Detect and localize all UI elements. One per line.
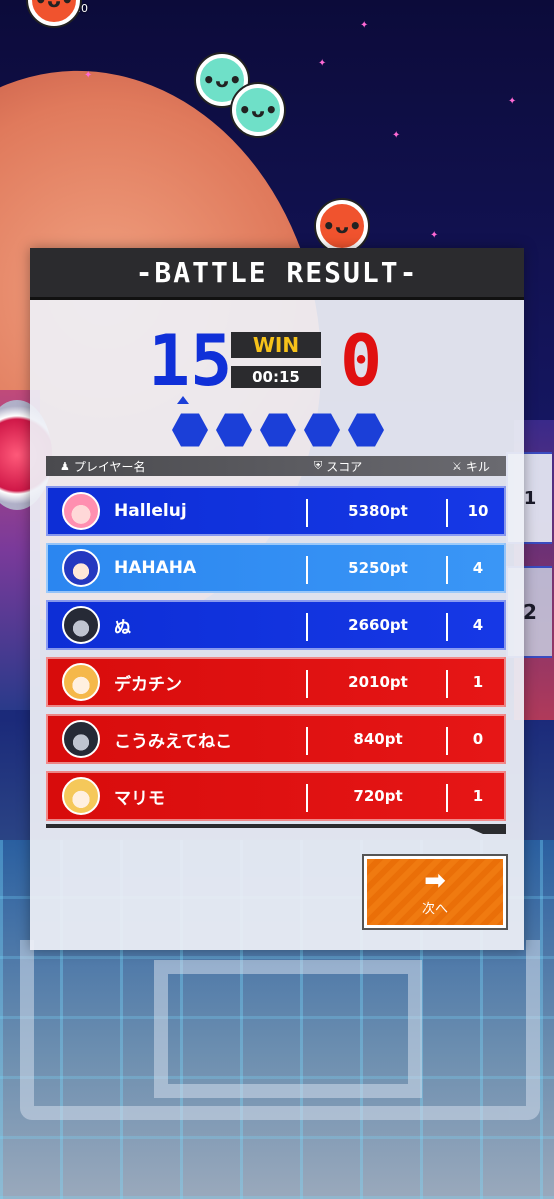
player-name: デカチン — [114, 674, 182, 695]
player-score: 2660pt — [348, 616, 408, 634]
avatar — [62, 777, 100, 815]
result-badge: WIN — [231, 332, 321, 358]
player-row[interactable]: マリモ 720pt 1 — [46, 771, 506, 821]
table-header: ♟ プレイヤー名 ⛨ スコア ⚔ キル — [46, 456, 506, 476]
round-pip — [260, 413, 296, 447]
table-footer — [46, 824, 506, 834]
star-decoration: ✦ — [508, 96, 517, 107]
battle-result-panel: -BATTLE RESULT- 15 WIN 00:15 0 ♟ プレイヤー名 … — [30, 248, 524, 950]
player-kills: 1 — [472, 673, 484, 691]
avatar — [62, 549, 100, 587]
divider — [306, 499, 308, 527]
red-team-score: 0 — [340, 320, 383, 402]
avatar — [62, 492, 100, 530]
star-decoration: ✦ — [318, 58, 327, 69]
player-row[interactable]: HAHAHA 5250pt 4 — [46, 543, 506, 593]
player-kills: 1 — [472, 787, 484, 805]
round-pip — [304, 413, 340, 447]
don-note: •ᴗ• — [316, 200, 368, 252]
panel-header: -BATTLE RESULT- — [30, 248, 524, 300]
divider — [306, 727, 308, 755]
avatar — [62, 720, 100, 758]
star-decoration: ✦ — [430, 230, 439, 241]
score-area: 15 WIN 00:15 0 — [30, 320, 524, 400]
next-button[interactable]: ➡ 次へ — [362, 854, 508, 930]
background-floor-glyph — [20, 940, 540, 1120]
player-row[interactable]: ぬ 2660pt 4 — [46, 600, 506, 650]
header-player-name: プレイヤー名 — [73, 459, 146, 474]
round-indicators — [172, 412, 384, 448]
score-icon: ⛨ — [314, 459, 323, 472]
player-score: 5380pt — [348, 502, 408, 520]
divider — [306, 670, 308, 698]
match-time: 00:15 — [231, 366, 321, 388]
don-note: •ᴗ• — [28, 0, 80, 26]
divider — [306, 784, 308, 812]
player-kills: 0 — [472, 730, 484, 748]
player-name: マリモ — [114, 788, 165, 809]
divider — [306, 556, 308, 584]
round-pip — [216, 413, 252, 447]
round-pip — [348, 413, 384, 447]
player-row[interactable]: Halleluj 5380pt 10 — [46, 486, 506, 536]
divider — [446, 499, 448, 527]
star-decoration: ✦ — [84, 70, 93, 81]
divider — [446, 613, 448, 641]
player-icon: ♟ — [60, 459, 70, 473]
round-marker-icon — [177, 396, 189, 404]
player-score: 5250pt — [348, 559, 408, 577]
next-button-label: 次へ — [421, 901, 448, 917]
header-kill: キル — [465, 459, 490, 474]
player-kills: 4 — [472, 616, 484, 634]
player-list: Halleluj 5380pt 10 HAHAHA 5250pt 4 ぬ 266… — [46, 486, 506, 828]
kill-icon: ⚔ — [452, 459, 462, 473]
player-name: こうみえてねこ — [114, 731, 233, 752]
player-name: HAHAHA — [114, 558, 197, 578]
star-decoration: ✦ — [392, 130, 401, 141]
player-score: 2010pt — [348, 673, 408, 691]
divider — [446, 784, 448, 812]
divider — [446, 727, 448, 755]
player-score: 720pt — [353, 787, 403, 805]
player-score: 840pt — [353, 730, 403, 748]
avatar — [62, 663, 100, 701]
header-score: スコア — [326, 459, 363, 474]
player-kills: 10 — [467, 502, 489, 520]
player-name: ぬ — [114, 617, 131, 638]
arrow-right-icon: ➡ — [424, 865, 446, 896]
divider — [446, 670, 448, 698]
player-kills: 4 — [472, 559, 484, 577]
avatar — [62, 606, 100, 644]
player-name: Halleluj — [114, 501, 187, 521]
round-pip — [172, 413, 208, 447]
ka-note: •ᴗ• — [232, 84, 284, 136]
panel-title: -BATTLE RESULT- — [135, 256, 419, 289]
divider — [306, 613, 308, 641]
player-row[interactable]: デカチン 2010pt 1 — [46, 657, 506, 707]
star-decoration: ✦ — [360, 20, 369, 31]
player-row[interactable]: こうみえてねこ 840pt 0 — [46, 714, 506, 764]
divider — [446, 556, 448, 584]
blue-team-score: 15 — [148, 320, 233, 402]
